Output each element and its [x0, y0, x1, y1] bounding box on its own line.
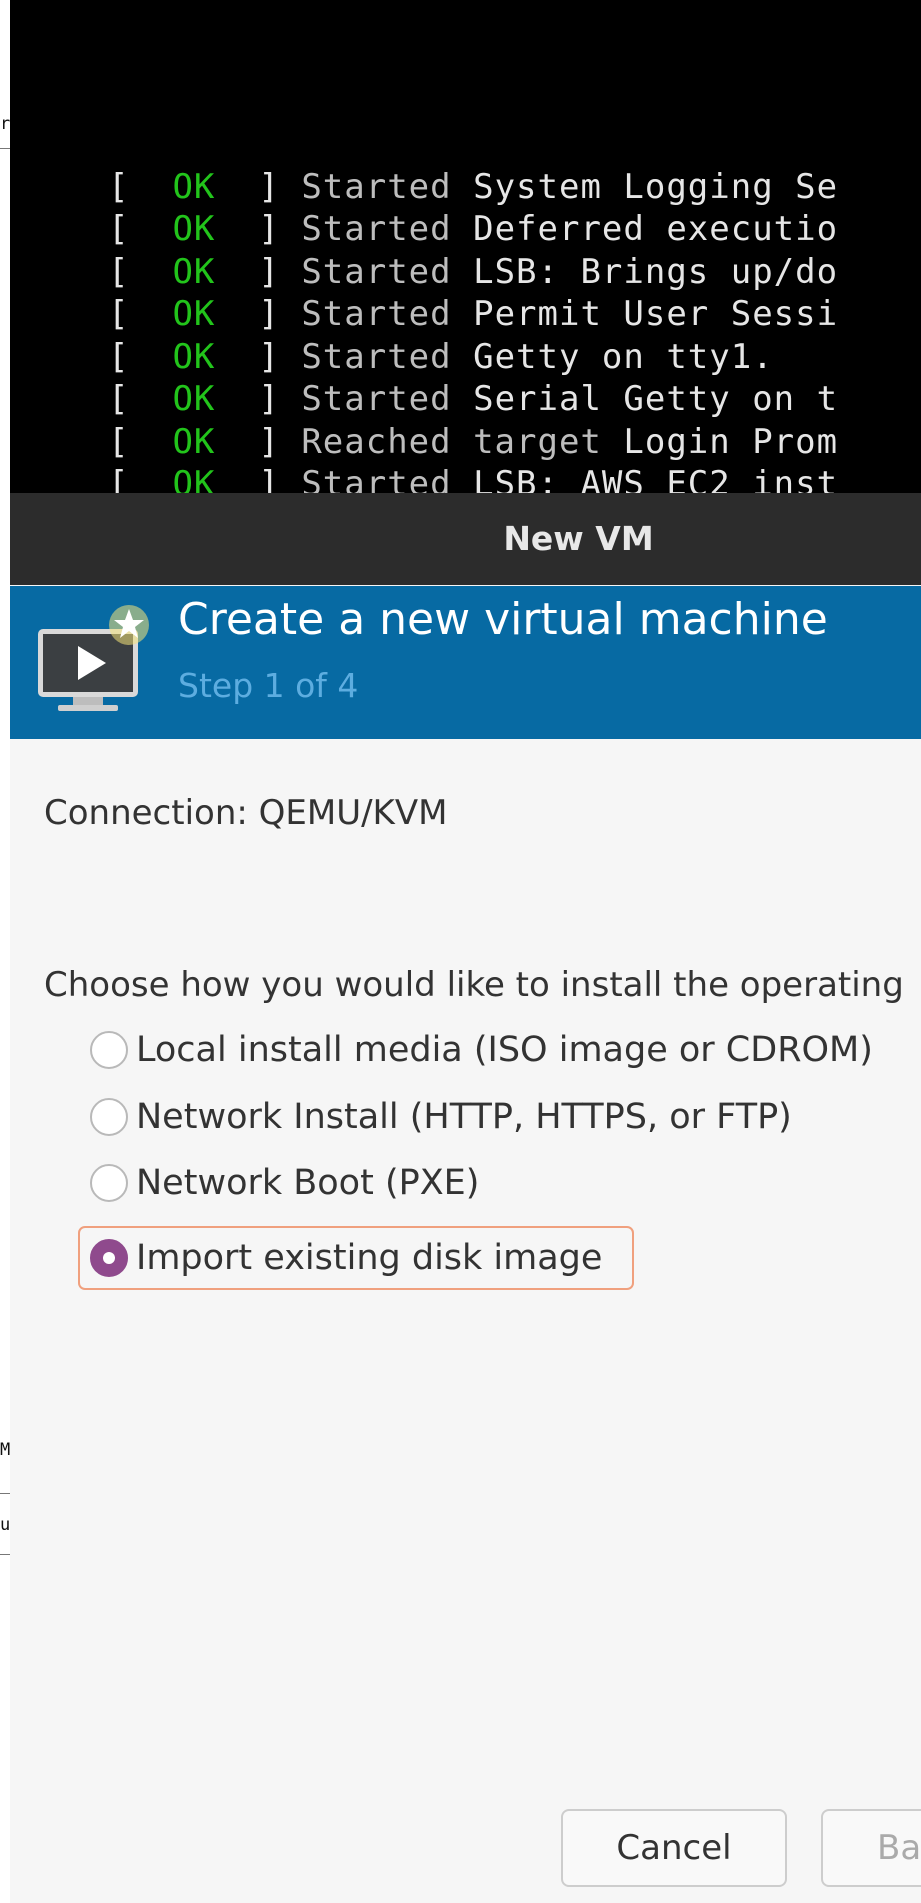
radio-button[interactable]: [90, 1164, 128, 1202]
option-label: Network Boot (PXE): [136, 1163, 480, 1203]
console-line: [ OK ] Started Permit User Sessi: [108, 294, 839, 334]
new-vm-dialog: New VM Create a new virtual machine Step…: [10, 493, 921, 1903]
install-method-prompt: Choose how you would like to install the…: [44, 965, 904, 1005]
console-line: [ OK ] Reached target Login Prom: [108, 422, 839, 462]
radio-button-selected[interactable]: [90, 1239, 128, 1277]
radio-button[interactable]: [90, 1098, 128, 1136]
background-divider: [0, 148, 10, 149]
console-line: [ OK ] Started LSB: AWS EC2 inst: [108, 464, 839, 493]
option-label: Local install media (ISO image or CDROM): [136, 1030, 873, 1070]
vm-create-icon: [38, 605, 149, 711]
option-import-disk-image[interactable]: Import existing disk image: [90, 1233, 602, 1283]
console-line: [ OK ] Started LSB: Brings up/do: [108, 252, 839, 292]
back-button[interactable]: Ba: [821, 1809, 921, 1887]
background-divider: [0, 1493, 10, 1494]
background-divider: [0, 1554, 10, 1555]
console-line: [ OK ] Started Getty on tty1.: [108, 337, 774, 377]
vm-console[interactable]: [ OK ] Started System Logging Se [ OK ] …: [10, 0, 921, 493]
radio-button[interactable]: [90, 1031, 128, 1069]
option-network-install[interactable]: Network Install (HTTP, HTTPS, or FTP): [90, 1092, 792, 1142]
option-label: Network Install (HTTP, HTTPS, or FTP): [136, 1097, 792, 1137]
console-line: [ OK ] Started System Logging Se: [108, 167, 839, 207]
option-network-boot[interactable]: Network Boot (PXE): [90, 1158, 479, 1208]
console-line: [ OK ] Started Deferred executio: [108, 209, 839, 249]
cancel-button[interactable]: Cancel: [561, 1809, 787, 1887]
background-text-fragment: r: [0, 114, 10, 134]
wizard-title: Create a new virtual machine: [178, 594, 828, 645]
window-titlebar[interactable]: New VM: [10, 493, 921, 585]
console-line: [ OK ] Started Serial Getty on t: [108, 379, 839, 419]
background-text-fragment: u: [0, 1515, 10, 1535]
option-label: Import existing disk image: [136, 1238, 603, 1278]
option-local-install-media[interactable]: Local install media (ISO image or CDROM): [90, 1025, 873, 1075]
connection-label: Connection: QEMU/KVM: [44, 793, 448, 833]
wizard-step: Step 1 of 4: [178, 666, 359, 705]
background-window-edge: r M u: [0, 0, 10, 1903]
wizard-banner: Create a new virtual machine Step 1 of 4: [10, 586, 921, 739]
background-text-fragment: M: [0, 1440, 10, 1460]
window-title: New VM: [503, 519, 654, 558]
